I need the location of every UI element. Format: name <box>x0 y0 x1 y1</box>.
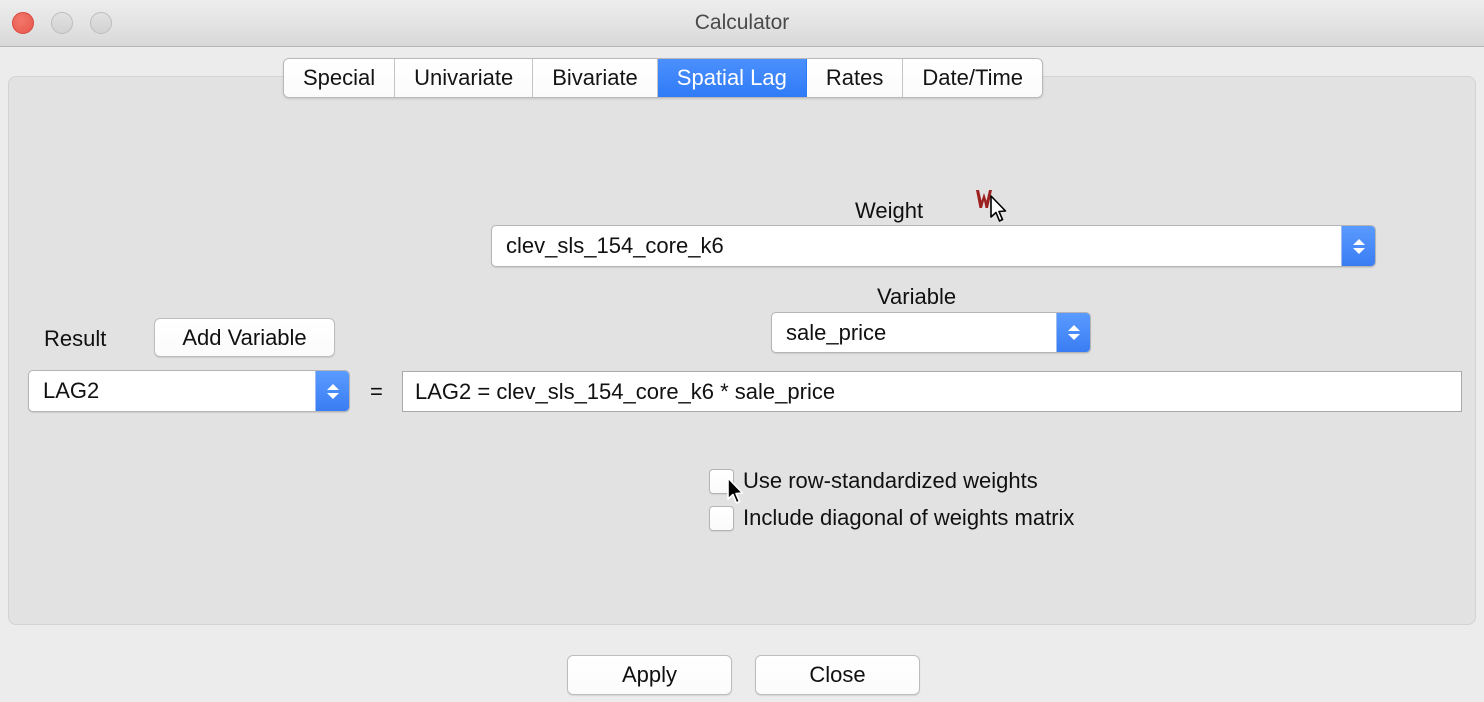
tab-special[interactable]: Special <box>284 59 396 97</box>
checkbox-row-include-diagonal[interactable]: Include diagonal of weights matrix <box>709 505 1074 531</box>
checkbox-label-include-diagonal: Include diagonal of weights matrix <box>743 505 1075 530</box>
weights-w-icon <box>976 190 992 208</box>
add-variable-button[interactable]: Add Variable <box>154 318 335 357</box>
weight-dropdown[interactable]: clev_sls_154_core_k6 <box>491 225 1376 267</box>
result-variable-dropdown[interactable]: LAG2 <box>28 370 350 412</box>
weight-dropdown-value: clev_sls_154_core_k6 <box>506 233 724 258</box>
chevron-up-icon <box>1352 238 1365 245</box>
result-variable-value: LAG2 <box>43 378 100 403</box>
tab-bar: Special Univariate Bivariate Spatial Lag… <box>283 58 1044 98</box>
chevron-up-icon <box>326 383 339 390</box>
checkbox-include-diagonal[interactable] <box>709 505 734 531</box>
checkbox-label-row-standardized: Use row-standardized weights <box>743 468 1038 493</box>
chevron-down-icon <box>1067 334 1080 340</box>
checkbox-row-row-standardized[interactable]: Use row-standardized weights <box>709 468 1038 494</box>
expression-field[interactable]: LAG2 = clev_sls_154_core_k6 * sale_price <box>402 371 1462 412</box>
window-title: Calculator <box>694 11 790 34</box>
tab-date-time[interactable]: Date/Time <box>903 59 1043 97</box>
chevron-down-icon <box>326 392 339 399</box>
variable-dropdown-value: sale_price <box>786 319 887 345</box>
tab-univariate[interactable]: Univariate <box>395 59 534 97</box>
chevron-down-icon <box>1352 247 1365 254</box>
close-button[interactable]: Close <box>755 655 920 695</box>
chevron-up-icon <box>1067 325 1080 331</box>
variable-dropdown-stepper[interactable] <box>1056 313 1090 352</box>
tab-spatial-lag[interactable]: Spatial Lag <box>657 59 807 97</box>
apply-button[interactable]: Apply <box>567 655 732 695</box>
tab-rates[interactable]: Rates <box>806 59 904 97</box>
equals-sign: = <box>370 379 383 404</box>
titlebar: Calculator <box>0 0 1484 47</box>
calculator-window: Calculator Special Univariate Bivariate … <box>0 0 1484 702</box>
variable-label: Variable <box>877 284 957 309</box>
weight-dropdown-stepper[interactable] <box>1341 226 1375 266</box>
result-variable-stepper[interactable] <box>315 371 349 411</box>
checkbox-row-standardized[interactable] <box>709 468 734 494</box>
tab-bivariate[interactable]: Bivariate <box>533 59 658 97</box>
variable-dropdown[interactable]: sale_price <box>771 312 1091 353</box>
result-label: Result <box>44 326 107 351</box>
weight-label: Weight <box>855 198 924 223</box>
